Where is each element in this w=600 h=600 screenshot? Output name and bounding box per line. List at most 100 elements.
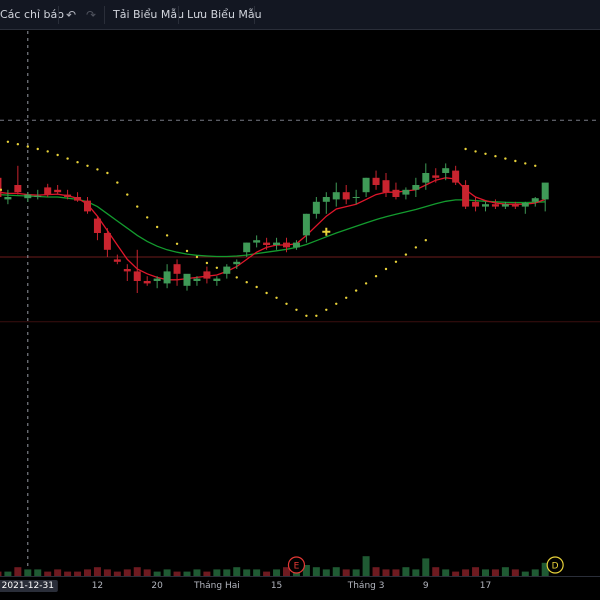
volume-bar [482,569,489,576]
bearish-candle [173,264,181,274]
parabolic-sar-dot [116,181,119,184]
bearish-candle [382,180,390,193]
parabolic-sar-dot [514,159,517,163]
parabolic-sar-dot [126,193,129,196]
bearish-candle [491,204,499,207]
parabolic-sar-dot [165,234,169,237]
parabolic-sar-dot [56,153,59,157]
bullish-candle [24,194,32,199]
bearish-candle [74,197,82,201]
price-chart-pane[interactable]: EDE [0,31,600,576]
parabolic-sar-dot [384,267,388,271]
parabolic-sar-dot [86,164,89,167]
bearish-candle [103,233,111,250]
bullish-candle [482,204,489,207]
parabolic-sar-dot [46,150,49,153]
time-axis[interactable]: 2021-12-31 12 20 Tháng Hai 15 Tháng 3 9 17 [0,576,600,600]
bullish-candle [402,189,410,195]
save-template-button[interactable]: Lưu Biểu Mẫu [187,0,262,30]
bearish-candle [432,175,440,178]
parabolic-sar-dot [494,155,497,158]
candlestick-chart[interactable]: EDE [0,31,600,576]
volume-bar [422,558,430,576]
bullish-candle [352,197,360,198]
volume-bar [442,569,450,576]
bullish-candle [412,185,420,190]
volume-bar [472,567,480,576]
bullish-candle [213,278,221,281]
parabolic-sar-dot [96,168,99,171]
volume-bar [24,569,32,576]
volume-bar [402,567,410,576]
bullish-candle [193,278,201,281]
top-toolbar: Các chỉ báo ↶ ↷ Tải Biểu Mẫu Lưu Biểu Mẫ… [0,0,600,30]
toolbar-divider [104,6,105,24]
parabolic-sar-dot [414,246,418,249]
parabolic-sar-dot [464,147,467,151]
bullish-candle [442,168,450,173]
volume-bar [143,569,151,576]
parabolic-sar-dot [354,289,358,292]
bullish-candle [322,197,330,202]
parabolic-sar-dot [26,145,29,148]
bullish-candle [531,198,539,202]
parabolic-sar-dot [345,296,348,299]
volume-bar [123,569,131,576]
parabolic-sar-dot [6,140,10,143]
bearish-candle [452,170,460,183]
parabolic-sar-dot [275,296,278,299]
volume-bar [193,569,201,576]
parabolic-sar-dot [16,143,20,146]
event-marker-label: E [294,562,300,572]
time-axis-tick-label: 17 [479,581,492,591]
time-axis-tick-label: 20 [151,581,163,591]
undo-icon[interactable]: ↶ [66,0,76,30]
load-template-button[interactable]: Tải Biểu Mẫu [113,0,184,30]
bullish-candle [34,195,42,197]
toolbar-divider [58,6,59,24]
parabolic-sar-dot [185,249,189,253]
parabolic-sar-dot [484,152,487,155]
bearish-candle [123,269,131,272]
volume-bar [163,569,171,576]
volume-bar [93,567,101,576]
parabolic-sar-dot [364,282,368,285]
parabolic-sar-dot [394,260,398,263]
parabolic-sar-dot [245,281,248,284]
toolbar-divider [178,6,179,24]
bullish-candle [4,197,12,200]
bearish-candle [0,177,2,197]
bullish-candle [422,173,430,183]
volume-bar [243,569,251,576]
bullish-candle [153,278,161,281]
parabolic-sar-dot [76,161,79,164]
bullish-candle [312,201,320,214]
volume-bar [133,567,141,576]
volume-bar [501,567,509,576]
event-marker-label: D [552,562,559,572]
parabolic-sar-dot [146,216,149,219]
redo-icon[interactable]: ↷ [86,0,96,30]
volume-bar [531,569,539,576]
time-axis-tick-label: 12 [91,581,104,591]
volume-bar [103,569,111,576]
volume-bar [362,556,370,576]
parabolic-sar-dot [255,285,258,289]
parabolic-sar-dot [175,242,179,245]
parabolic-sar-dot [295,308,298,311]
bearish-candle [93,218,101,233]
parabolic-sar-dot [404,253,408,256]
parabolic-sar-dot [504,157,507,160]
volume-bar [233,567,241,576]
volume-bar [372,567,380,576]
parabolic-sar-dot [335,302,338,305]
parabolic-sar-dot [534,164,537,167]
bearish-candle [511,204,519,207]
bullish-candle [292,242,300,248]
parabolic-sar-dot [106,171,109,175]
volume-bar [273,569,281,576]
volume-bar [462,569,470,576]
indicators-button[interactable]: Các chỉ báo [0,0,64,30]
parabolic-sar-dot [265,291,268,295]
toolbar-divider [254,6,255,24]
